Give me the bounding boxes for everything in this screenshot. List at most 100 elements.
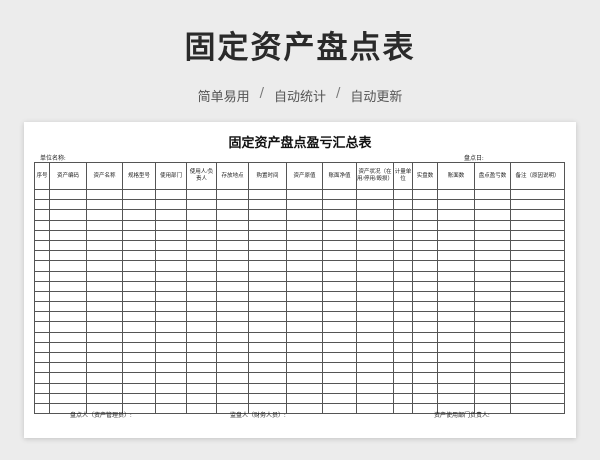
table-cell[interactable] — [474, 209, 511, 221]
table-cell[interactable] — [216, 250, 249, 262]
table-cell[interactable] — [393, 270, 413, 282]
table-cell[interactable] — [34, 351, 50, 364]
table-cell[interactable] — [34, 341, 50, 354]
table-cell[interactable] — [286, 311, 323, 323]
table-cell[interactable] — [155, 382, 187, 394]
table-cell[interactable] — [393, 239, 413, 252]
table-cell[interactable] — [86, 280, 123, 292]
table-cell[interactable] — [322, 250, 357, 262]
table-cell[interactable] — [393, 331, 413, 343]
table-cell[interactable] — [510, 280, 565, 292]
table-cell[interactable] — [322, 199, 357, 211]
table-cell[interactable] — [286, 188, 323, 201]
table-cell[interactable] — [510, 239, 565, 252]
table-cell[interactable] — [510, 301, 565, 313]
table-cell[interactable] — [356, 290, 394, 303]
table-cell[interactable] — [248, 290, 287, 303]
table-cell[interactable] — [286, 351, 323, 364]
table-cell[interactable] — [122, 209, 156, 221]
table-cell[interactable] — [393, 260, 413, 272]
table-cell[interactable] — [322, 331, 357, 343]
table-cell[interactable] — [49, 229, 87, 241]
table-cell[interactable] — [216, 239, 249, 252]
table-cell[interactable] — [393, 290, 413, 303]
table-cell[interactable] — [474, 331, 511, 343]
table-cell[interactable] — [356, 372, 394, 384]
table-cell[interactable] — [437, 382, 475, 394]
table-cell[interactable] — [474, 382, 511, 394]
table-cell[interactable] — [286, 239, 323, 252]
table-cell[interactable] — [216, 290, 249, 303]
table-cell[interactable] — [186, 331, 217, 343]
table-cell[interactable] — [49, 290, 87, 303]
table-cell[interactable] — [437, 331, 475, 343]
table-cell[interactable] — [216, 321, 249, 333]
table-cell[interactable] — [34, 209, 50, 221]
table-cell[interactable] — [437, 372, 475, 384]
table-cell[interactable] — [474, 362, 511, 374]
table-cell[interactable] — [356, 331, 394, 343]
table-cell[interactable] — [412, 372, 438, 384]
table-cell[interactable] — [186, 351, 217, 364]
table-cell[interactable] — [34, 301, 50, 313]
table-cell[interactable] — [286, 199, 323, 211]
table-cell[interactable] — [86, 311, 123, 323]
table-cell[interactable] — [474, 260, 511, 272]
table-cell[interactable] — [49, 382, 87, 394]
table-cell[interactable] — [322, 341, 357, 354]
table-cell[interactable] — [286, 229, 323, 241]
table-cell[interactable] — [412, 382, 438, 394]
table-cell[interactable] — [86, 250, 123, 262]
table-cell[interactable] — [248, 341, 287, 354]
table-cell[interactable] — [356, 311, 394, 323]
table-cell[interactable] — [437, 260, 475, 272]
table-cell[interactable] — [510, 311, 565, 323]
table-cell[interactable] — [155, 362, 187, 374]
table-cell[interactable] — [49, 362, 87, 374]
table-cell[interactable] — [34, 188, 50, 201]
table-cell[interactable] — [155, 341, 187, 354]
table-cell[interactable] — [248, 260, 287, 272]
table-cell[interactable] — [34, 270, 50, 282]
table-cell[interactable] — [412, 311, 438, 323]
table-cell[interactable] — [356, 362, 394, 374]
table-cell[interactable] — [155, 219, 187, 231]
table-cell[interactable] — [122, 362, 156, 374]
table-cell[interactable] — [34, 402, 50, 415]
table-cell[interactable] — [322, 362, 357, 374]
table-cell[interactable] — [474, 219, 511, 231]
table-cell[interactable] — [412, 270, 438, 282]
table-cell[interactable] — [510, 260, 565, 272]
table-cell[interactable] — [86, 239, 123, 252]
table-cell[interactable] — [510, 270, 565, 282]
table-cell[interactable] — [86, 341, 123, 354]
table-cell[interactable] — [155, 250, 187, 262]
table-cell[interactable] — [216, 188, 249, 201]
table-cell[interactable] — [248, 239, 287, 252]
table-cell[interactable] — [122, 229, 156, 241]
table-cell[interactable] — [34, 260, 50, 272]
table-cell[interactable] — [510, 372, 565, 384]
table-cell[interactable] — [356, 402, 394, 415]
table-cell[interactable] — [356, 270, 394, 282]
table-cell[interactable] — [122, 260, 156, 272]
table-cell[interactable] — [437, 239, 475, 252]
table-cell[interactable] — [86, 301, 123, 313]
table-cell[interactable] — [248, 321, 287, 333]
table-cell[interactable] — [186, 199, 217, 211]
table-cell[interactable] — [34, 331, 50, 343]
table-cell[interactable] — [122, 311, 156, 323]
table-cell[interactable] — [322, 280, 357, 292]
table-cell[interactable] — [474, 239, 511, 252]
table-cell[interactable] — [393, 362, 413, 374]
table-cell[interactable] — [49, 209, 87, 221]
table-cell[interactable] — [356, 188, 394, 201]
table-cell[interactable] — [86, 331, 123, 343]
table-cell[interactable] — [356, 301, 394, 313]
table-cell[interactable] — [186, 392, 217, 404]
table-cell[interactable] — [510, 351, 565, 364]
table-cell[interactable] — [186, 311, 217, 323]
table-cell[interactable] — [412, 219, 438, 231]
table-cell[interactable] — [510, 341, 565, 354]
table-cell[interactable] — [393, 280, 413, 292]
